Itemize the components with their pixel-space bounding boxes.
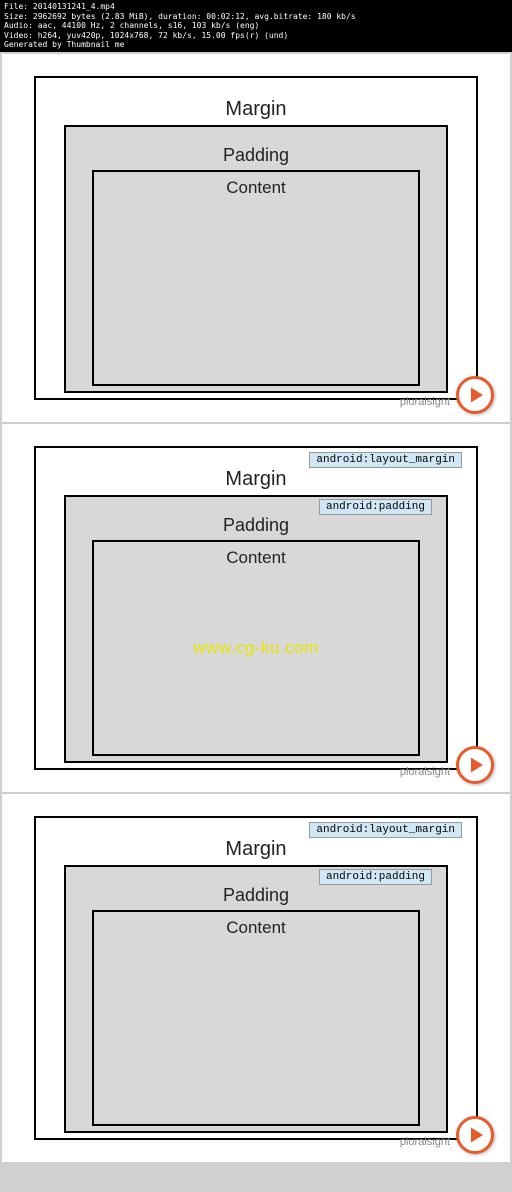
padding-box: android:padding Padding Content xyxy=(64,865,448,1133)
padding-label: Padding xyxy=(92,885,420,906)
play-button[interactable] xyxy=(456,1116,494,1154)
margin-code-badge: android:layout_margin xyxy=(309,452,462,468)
margin-label: Margin xyxy=(64,468,448,491)
margin-label: Margin xyxy=(64,98,448,121)
brand-label: pluralsight xyxy=(400,1136,450,1148)
slide-2: android:layout_margin Margin android:pad… xyxy=(2,424,510,792)
content-box: Content www.cg-ku.com xyxy=(92,540,420,756)
padding-code-badge: android:padding xyxy=(319,499,432,515)
content-label: Content xyxy=(94,912,418,938)
margin-box: android:layout_margin Margin android:pad… xyxy=(34,816,478,1140)
play-button[interactable] xyxy=(456,376,494,414)
padding-label: Padding xyxy=(92,515,420,536)
watermark-text: www.cg-ku.com xyxy=(193,638,319,658)
padding-code-badge: android:padding xyxy=(319,869,432,885)
margin-label: Margin xyxy=(64,838,448,861)
play-icon xyxy=(468,756,486,774)
padding-box: android:padding Padding Content www.cg-k… xyxy=(64,495,448,763)
play-icon xyxy=(468,386,486,404)
padding-label: Padding xyxy=(92,145,420,166)
brand-label: pluralsight xyxy=(400,766,450,778)
margin-box: android:layout_margin Margin android:pad… xyxy=(34,446,478,770)
play-icon xyxy=(468,1126,486,1144)
play-button[interactable] xyxy=(456,746,494,784)
file-metadata-overlay: File: 20140131241_4.mp4 Size: 2962692 by… xyxy=(0,0,512,52)
margin-code-badge: android:layout_margin xyxy=(309,822,462,838)
content-box: Content xyxy=(92,170,420,386)
margin-box: Margin Padding Content xyxy=(34,76,478,400)
content-label: Content xyxy=(94,542,418,568)
brand-label: pluralsight xyxy=(400,396,450,408)
slide-3: android:layout_margin Margin android:pad… xyxy=(2,794,510,1162)
content-box: Content xyxy=(92,910,420,1126)
content-label: Content xyxy=(94,172,418,198)
slide-1: Margin Padding Content pluralsight xyxy=(2,54,510,422)
padding-box: Padding Content xyxy=(64,125,448,393)
